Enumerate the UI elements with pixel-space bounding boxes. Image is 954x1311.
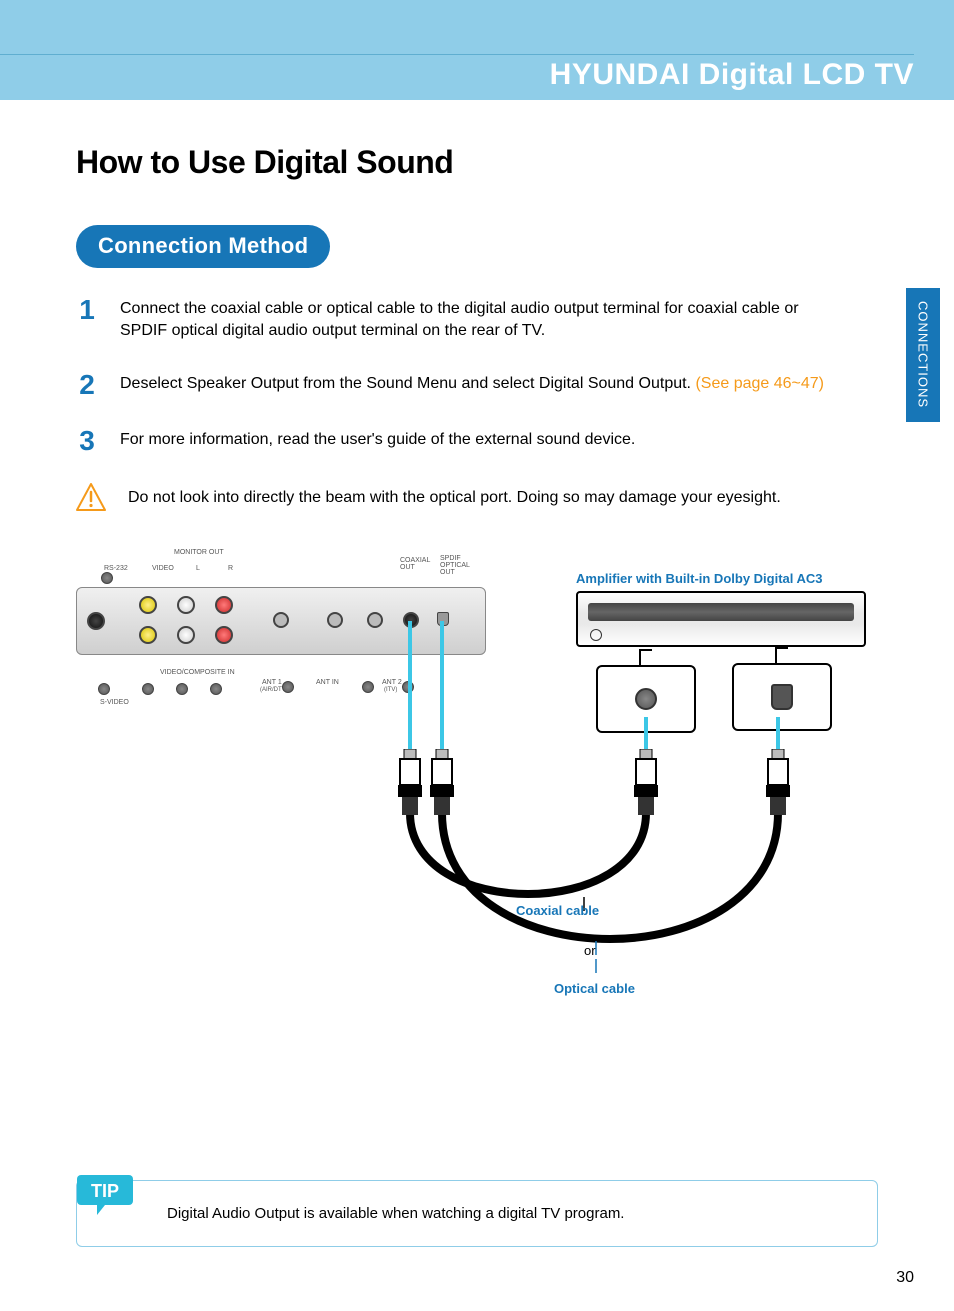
callout-icon <box>639 649 653 667</box>
product-line-title: HYUNDAI Digital LCD TV <box>550 58 914 92</box>
amp-coax-port-box <box>596 665 696 733</box>
label-ant-in: ANT IN <box>316 679 339 686</box>
jack-small <box>210 683 222 695</box>
ant-connector <box>367 612 383 628</box>
label-video: VIDEO <box>152 565 174 572</box>
label-vc-in: VIDEO/COMPOSITE IN <box>160 669 235 676</box>
tip-section: TIP Digital Audio Output is available wh… <box>76 1180 878 1247</box>
header-bar: HYUNDAI Digital LCD TV <box>0 0 954 100</box>
warning-row: Do not look into directly the beam with … <box>76 483 878 511</box>
amplifier-label: Amplifier with Built-in Dolby Digital AC… <box>576 571 823 586</box>
jack-audio-r-r <box>215 596 233 614</box>
label-ant1: ANT 1 <box>262 679 282 686</box>
label-monitor-out: MONITOR OUT <box>174 549 224 556</box>
tip-badge: TIP <box>75 1173 139 1217</box>
section-pill: Connection Method <box>76 225 330 268</box>
warning-text: Do not look into directly the beam with … <box>128 487 781 507</box>
label-ant2-sub: (ITV) <box>384 687 397 693</box>
header-rule <box>0 54 914 55</box>
step-3: 3 For more information, read the user's … <box>76 427 878 455</box>
warning-icon <box>76 483 106 511</box>
amp-optical-port-box <box>732 663 832 731</box>
jack-small <box>176 683 188 695</box>
connection-diagram: RS-232 MONITOR OUT VIDEO L R COAXIAL OUT… <box>76 541 876 1041</box>
tv-back-panel <box>76 587 486 655</box>
amp-optical-port <box>771 684 793 710</box>
label-ant2: ANT 2 <box>382 679 402 686</box>
step-1: 1 Connect the coaxial cable or optical c… <box>76 296 878 343</box>
coax-cable-label: Coaxial cable <box>516 903 599 918</box>
page-reference: (See page 46~47) <box>691 375 824 392</box>
step-2: 2 Deselect Speaker Output from the Sound… <box>76 371 878 399</box>
optical-plug-amp <box>764 749 790 815</box>
step-text-main: Deselect Speaker Output from the Sound M… <box>120 375 691 392</box>
jack-audio-l-w <box>177 596 195 614</box>
amplifier-port-boxes <box>596 663 832 733</box>
jack-svideo <box>98 683 110 695</box>
step-text: Deselect Speaker Output from the Sound M… <box>120 371 824 395</box>
or-label: or <box>584 943 596 958</box>
step-number: 2 <box>76 371 98 399</box>
side-tab-label: CONNECTIONS <box>916 301 931 408</box>
label-svideo: S-VIDEO <box>100 699 129 706</box>
port-spdif-optical <box>437 612 449 626</box>
section-side-tab: CONNECTIONS <box>906 288 940 422</box>
optical-plug-tv <box>428 749 454 815</box>
coax-plug-tv <box>396 749 422 815</box>
jack-ant1 <box>282 681 294 693</box>
amplifier-body <box>576 591 866 647</box>
label-l: L <box>196 565 200 572</box>
step-number: 1 <box>76 296 98 324</box>
jack-ant2 <box>362 681 374 693</box>
jack-coax-out <box>403 612 419 628</box>
jack-ant2b <box>402 681 414 693</box>
jack-small <box>142 683 154 695</box>
amp-coax-port <box>635 688 657 710</box>
ant-connector <box>273 612 289 628</box>
jack-audio-r-r2 <box>215 626 233 644</box>
label-r: R <box>228 565 233 572</box>
tip-box: TIP Digital Audio Output is available wh… <box>76 1180 878 1247</box>
jack-rs232 <box>101 572 113 584</box>
jack-video-in-y <box>139 626 157 644</box>
coax-plug-amp <box>632 749 658 815</box>
callout-icon <box>775 647 789 665</box>
tip-text: Digital Audio Output is available when w… <box>167 1205 853 1222</box>
label-coax-out: COAXIAL OUT <box>400 557 430 571</box>
label-rs232: RS-232 <box>104 565 128 572</box>
optical-cable-label: Optical cable <box>554 981 635 996</box>
tip-badge-text: TIP <box>91 1181 119 1201</box>
jack-video-out-y <box>139 596 157 614</box>
jack-audio-l-w2 <box>177 626 195 644</box>
ant-connector <box>327 612 343 628</box>
page-title: How to Use Digital Sound <box>76 144 878 181</box>
label-spdif: SPDIF OPTICAL OUT <box>440 555 470 576</box>
step-number: 3 <box>76 427 98 455</box>
jack-black <box>87 612 105 630</box>
page-number: 30 <box>896 1269 914 1287</box>
step-text: Connect the coaxial cable or optical cab… <box>120 296 840 343</box>
step-text: For more information, read the user's gu… <box>120 427 635 451</box>
